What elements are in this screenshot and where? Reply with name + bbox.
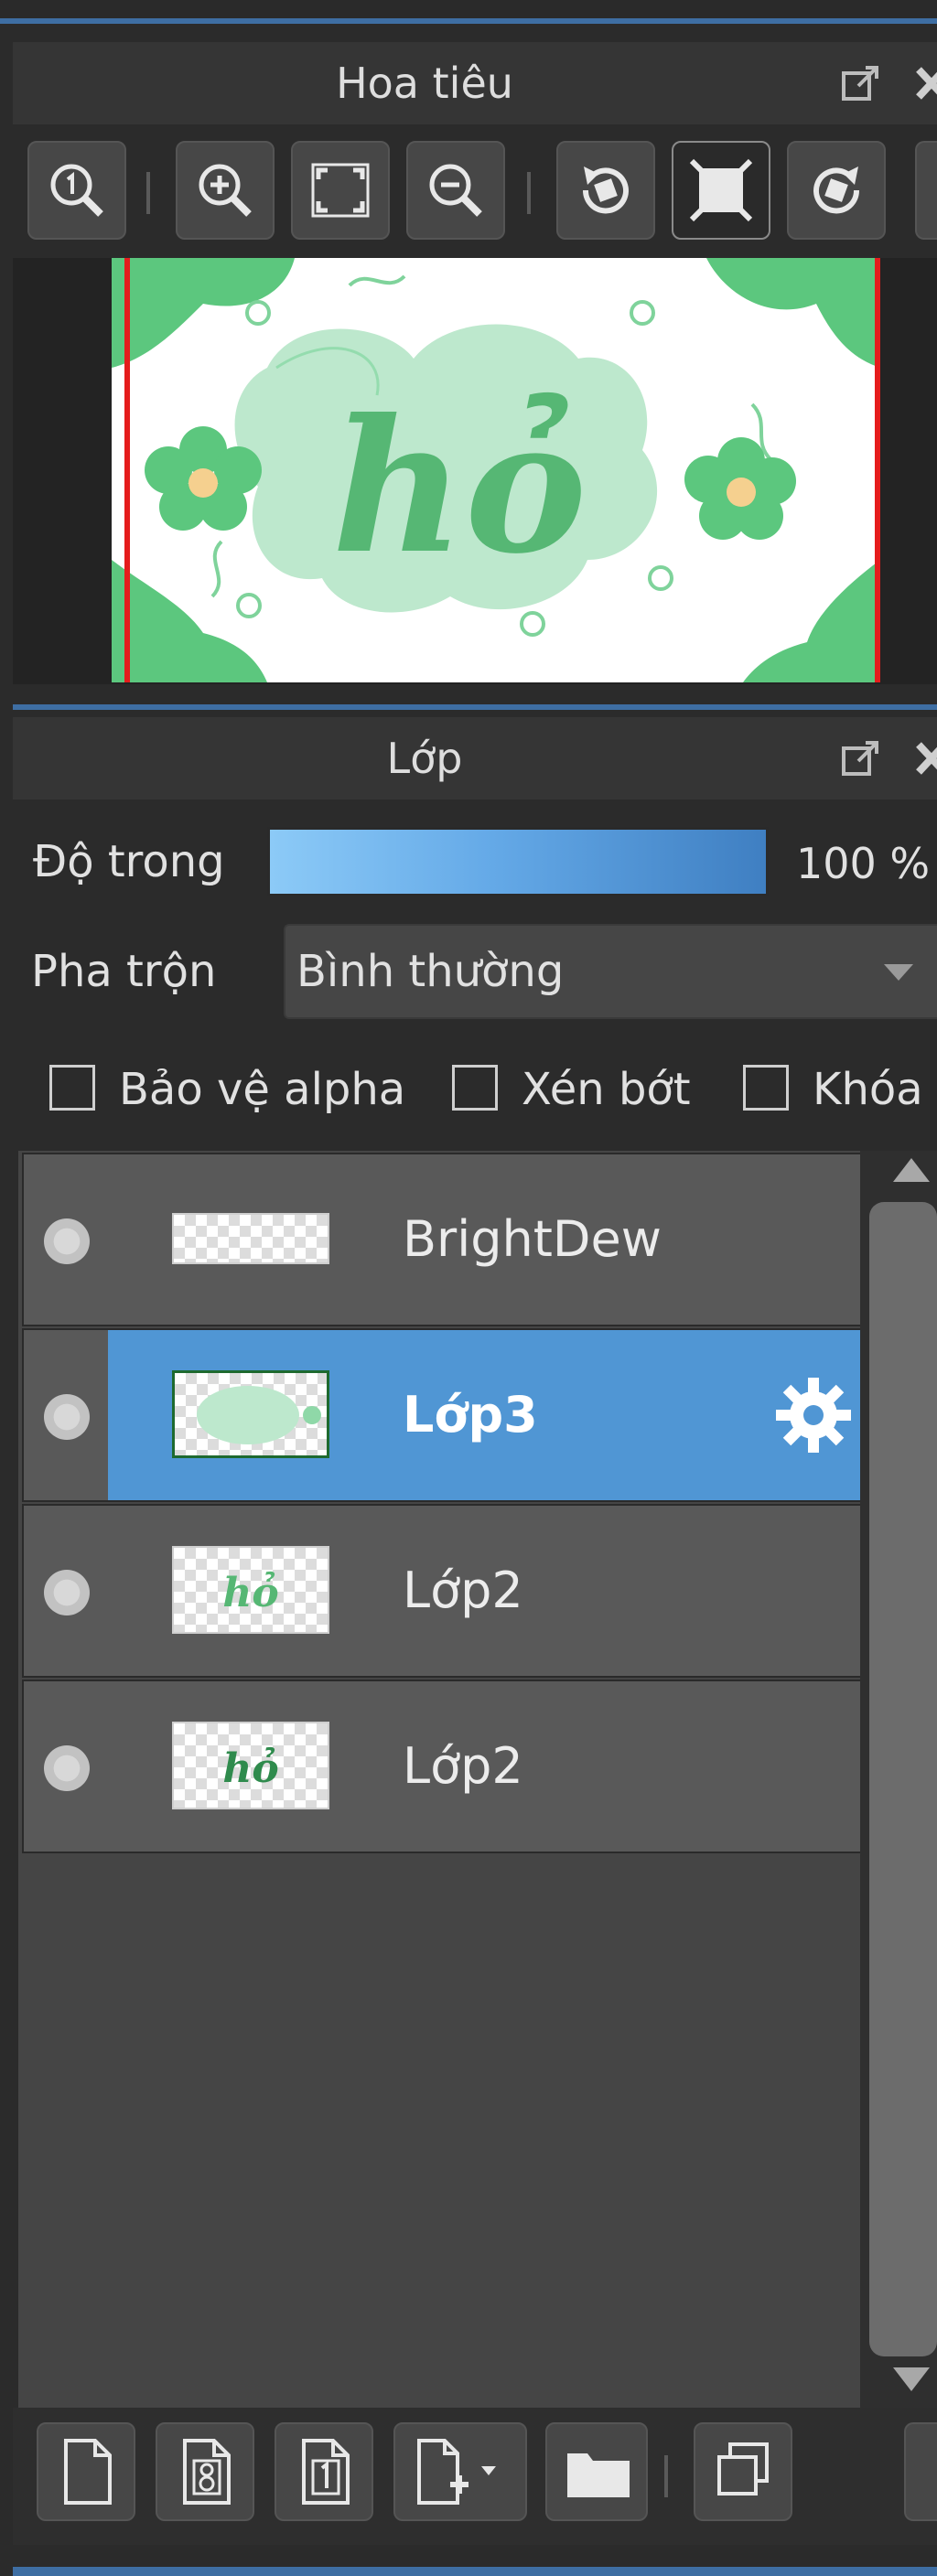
clipping-label: Xén bớt <box>522 1064 691 1115</box>
layer-thumbnail: hỏ <box>172 1722 329 1809</box>
panel-separator <box>13 704 937 710</box>
layers-title: Lớp <box>386 734 463 783</box>
rotate-left-button[interactable] <box>556 141 655 240</box>
canvas-border-left <box>124 258 130 682</box>
zoom-in-button[interactable] <box>176 141 275 240</box>
duplicate-icon <box>717 2442 769 2496</box>
navigator-preview-area[interactable]: hỏ <box>13 258 937 684</box>
layer-thumbnail-art: hỏ <box>222 1745 278 1792</box>
close-icon[interactable] <box>913 62 937 104</box>
layer-item-selected[interactable]: Lớp3 <box>22 1328 862 1502</box>
new-page-icon <box>64 2439 112 2505</box>
blend-mode-label: Pha trộn <box>31 946 217 997</box>
layer-list: BrightDew Lớp3 hỏ Lớp2 hỏ Lớp2 <box>18 1151 862 2408</box>
canvas-preview-artwork: hỏ <box>112 258 880 682</box>
layer-list-scrollbar[interactable] <box>860 1151 937 2408</box>
zoom-actual-size-button[interactable] <box>27 141 126 240</box>
layer-name: Lớp2 <box>403 1562 523 1619</box>
layer-thumbnail <box>172 1370 329 1458</box>
new-folder-button[interactable] <box>545 2422 648 2521</box>
rotate-right-icon <box>813 166 860 214</box>
page-one-icon <box>302 2439 350 2505</box>
more-toolbar-button[interactable] <box>915 141 937 240</box>
visibility-toggle-icon[interactable] <box>44 1218 90 1264</box>
toolbar-separator <box>527 172 531 214</box>
zoom-out-icon <box>429 164 482 217</box>
layers-panel-header: Lớp <box>13 717 937 800</box>
svg-text:hỏ: hỏ <box>222 1570 278 1616</box>
chevron-down-icon <box>884 964 913 981</box>
duplicate-layer-button[interactable] <box>694 2422 792 2521</box>
layer-name: Lớp3 <box>403 1386 538 1444</box>
opacity-value[interactable]: 100 % <box>796 829 937 898</box>
new-1bit-layer-button[interactable] <box>275 2422 373 2521</box>
rotate-left-icon <box>582 166 629 214</box>
fit-to-window-icon <box>311 163 370 218</box>
visibility-toggle-icon[interactable] <box>44 1745 90 1791</box>
top-window-edge <box>0 0 937 24</box>
undock-icon[interactable] <box>840 62 882 104</box>
layer-thumbnail-art: hỏ <box>222 1570 278 1616</box>
navigator-panel-header: Hoa tiêu <box>13 42 937 124</box>
scrollbar-thumb[interactable] <box>869 1202 937 2356</box>
layer-actions-toolbar <box>13 2408 937 2545</box>
rotate-right-button[interactable] <box>787 141 886 240</box>
blend-mode-select[interactable]: Bình thường <box>284 924 937 1019</box>
opacity-label: Độ trong <box>33 836 225 887</box>
opacity-slider[interactable] <box>267 827 769 896</box>
canvas-border-right <box>875 258 880 682</box>
blend-mode-value: Bình thường <box>296 946 565 997</box>
alpha-lock-checkbox[interactable] <box>49 1065 95 1111</box>
scroll-down-arrow-icon[interactable] <box>893 2367 930 2391</box>
clipping-checkbox[interactable] <box>452 1065 498 1111</box>
zoom-actual-size-icon <box>50 164 103 217</box>
close-icon[interactable] <box>913 737 937 779</box>
toolbar-separator <box>146 172 150 214</box>
visibility-toggle-icon[interactable] <box>44 1570 90 1615</box>
undock-icon[interactable] <box>840 737 882 779</box>
zoom-out-button[interactable] <box>406 141 505 240</box>
add-page-icon <box>417 2439 496 2505</box>
new-layer-button[interactable] <box>37 2422 135 2521</box>
gear-icon[interactable] <box>772 1374 855 1456</box>
layer-item[interactable]: hỏ Lớp2 <box>22 1680 862 1853</box>
fit-to-window-button[interactable] <box>291 141 390 240</box>
alpha-lock-label: Bảo vệ alpha <box>119 1064 406 1115</box>
layer-thumbnail-art <box>197 1386 321 1444</box>
zoom-in-icon <box>199 164 252 217</box>
add-layer-dropdown-button[interactable] <box>393 2422 527 2521</box>
toolbar-separator <box>664 2455 668 2497</box>
page-eight-icon <box>183 2439 231 2505</box>
svg-text:hỏ: hỏ <box>222 1745 278 1792</box>
canvas-preview[interactable]: hỏ <box>112 258 880 682</box>
layer-name: BrightDew <box>403 1210 662 1268</box>
lock-checkbox[interactable] <box>743 1065 789 1111</box>
scroll-up-arrow-icon[interactable] <box>893 1158 930 1182</box>
layer-thumbnail <box>172 1213 329 1264</box>
navigator-title: Hoa tiêu <box>336 59 513 108</box>
layer-item[interactable]: BrightDew <box>22 1153 862 1326</box>
reset-rotation-button[interactable] <box>672 141 770 240</box>
lock-label: Khóa <box>813 1064 923 1115</box>
bottom-window-edge <box>13 2567 937 2576</box>
layer-thumbnail: hỏ <box>172 1546 329 1634</box>
preview-lettering: hỏ <box>332 380 587 595</box>
reset-rotation-icon <box>689 158 753 222</box>
more-actions-button[interactable] <box>904 2422 937 2521</box>
folder-icon <box>567 2453 630 2497</box>
layer-item[interactable]: hỏ Lớp2 <box>22 1504 862 1678</box>
layer-name: Lớp2 <box>403 1737 523 1795</box>
new-vector-layer-button[interactable] <box>156 2422 254 2521</box>
navigator-toolbar <box>13 124 937 258</box>
visibility-toggle-icon[interactable] <box>44 1394 90 1440</box>
